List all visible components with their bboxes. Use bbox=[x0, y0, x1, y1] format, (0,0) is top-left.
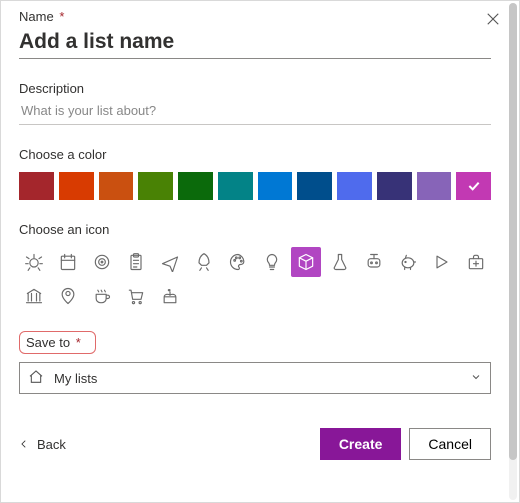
icon-option-rocket-icon[interactable] bbox=[189, 247, 219, 277]
bot-icon bbox=[364, 252, 384, 272]
rocket-icon bbox=[194, 252, 214, 272]
icon-grid bbox=[19, 247, 491, 311]
icon-option-airplane-icon[interactable] bbox=[155, 247, 185, 277]
back-button[interactable]: Back bbox=[19, 437, 66, 452]
color-swatch-1[interactable] bbox=[59, 172, 94, 200]
icon-option-location-icon[interactable] bbox=[53, 281, 83, 311]
save-to-label: Save to * bbox=[19, 331, 96, 354]
flask-icon bbox=[330, 252, 350, 272]
create-button[interactable]: Create bbox=[320, 428, 402, 460]
icon-option-bank-icon[interactable] bbox=[19, 281, 49, 311]
cart-icon bbox=[126, 286, 146, 306]
lightbulb-icon bbox=[262, 252, 282, 272]
save-to-selected: My lists bbox=[54, 371, 97, 386]
icon-option-clipboard-icon[interactable] bbox=[121, 247, 151, 277]
color-swatch-6[interactable] bbox=[258, 172, 293, 200]
icon-option-palette-icon[interactable] bbox=[223, 247, 253, 277]
save-to-dropdown[interactable]: My lists bbox=[19, 362, 491, 394]
color-swatch-4[interactable] bbox=[178, 172, 213, 200]
color-swatch-11[interactable] bbox=[456, 172, 491, 200]
icon-option-cube-icon[interactable] bbox=[291, 247, 321, 277]
save-to-label-text: Save to bbox=[26, 335, 70, 350]
icon-option-piggybank-icon[interactable] bbox=[393, 247, 423, 277]
scrollbar-thumb[interactable] bbox=[509, 3, 517, 460]
name-label-text: Name bbox=[19, 9, 54, 24]
palette-icon bbox=[228, 252, 248, 272]
coffee-icon bbox=[92, 286, 112, 306]
clipboard-icon bbox=[126, 252, 146, 272]
icon-option-bot-icon[interactable] bbox=[359, 247, 389, 277]
checkmark-icon bbox=[466, 178, 482, 194]
color-swatch-0[interactable] bbox=[19, 172, 54, 200]
description-input[interactable] bbox=[19, 102, 491, 119]
icon-option-target-icon[interactable] bbox=[87, 247, 117, 277]
name-label: Name * bbox=[19, 9, 491, 24]
icon-option-cart-icon[interactable] bbox=[121, 281, 151, 311]
piggybank-icon bbox=[398, 252, 418, 272]
bug-icon bbox=[24, 252, 44, 272]
cancel-button[interactable]: Cancel bbox=[409, 428, 491, 460]
icon-option-bug-icon[interactable] bbox=[19, 247, 49, 277]
description-label: Description bbox=[19, 81, 491, 96]
calendar-icon bbox=[58, 252, 78, 272]
color-swatch-7[interactable] bbox=[297, 172, 332, 200]
icon-option-cake-icon[interactable] bbox=[155, 281, 185, 311]
cancel-label: Cancel bbox=[428, 436, 472, 452]
back-label: Back bbox=[37, 437, 66, 452]
name-input[interactable] bbox=[19, 28, 491, 56]
icon-option-flask-icon[interactable] bbox=[325, 247, 355, 277]
chevron-down-icon bbox=[470, 371, 482, 386]
scrollbar[interactable] bbox=[509, 3, 517, 500]
footer: Back Create Cancel bbox=[19, 428, 491, 460]
choose-color-label: Choose a color bbox=[19, 147, 491, 162]
bank-icon bbox=[24, 286, 44, 306]
create-label: Create bbox=[339, 436, 383, 452]
chevron-left-icon bbox=[19, 437, 29, 451]
run-icon bbox=[432, 252, 452, 272]
icon-option-coffee-icon[interactable] bbox=[87, 281, 117, 311]
home-icon bbox=[28, 369, 44, 388]
target-icon bbox=[92, 252, 112, 272]
close-button[interactable] bbox=[483, 9, 503, 29]
color-swatch-10[interactable] bbox=[417, 172, 452, 200]
cube-icon bbox=[296, 252, 316, 272]
cake-icon bbox=[160, 286, 180, 306]
location-icon bbox=[58, 286, 78, 306]
icon-option-firstaid-icon[interactable] bbox=[461, 247, 491, 277]
color-swatch-5[interactable] bbox=[218, 172, 253, 200]
airplane-icon bbox=[160, 252, 180, 272]
name-input-wrap[interactable] bbox=[19, 28, 491, 59]
color-swatch-9[interactable] bbox=[377, 172, 412, 200]
save-to-required-mark: * bbox=[76, 335, 81, 350]
color-swatch-8[interactable] bbox=[337, 172, 372, 200]
icon-option-run-icon[interactable] bbox=[427, 247, 457, 277]
choose-icon-label: Choose an icon bbox=[19, 222, 491, 237]
icon-option-lightbulb-icon[interactable] bbox=[257, 247, 287, 277]
color-swatch-row bbox=[19, 172, 491, 200]
color-swatch-2[interactable] bbox=[99, 172, 134, 200]
name-required-mark: * bbox=[59, 9, 64, 24]
firstaid-icon bbox=[466, 252, 486, 272]
icon-option-calendar-icon[interactable] bbox=[53, 247, 83, 277]
color-swatch-3[interactable] bbox=[138, 172, 173, 200]
